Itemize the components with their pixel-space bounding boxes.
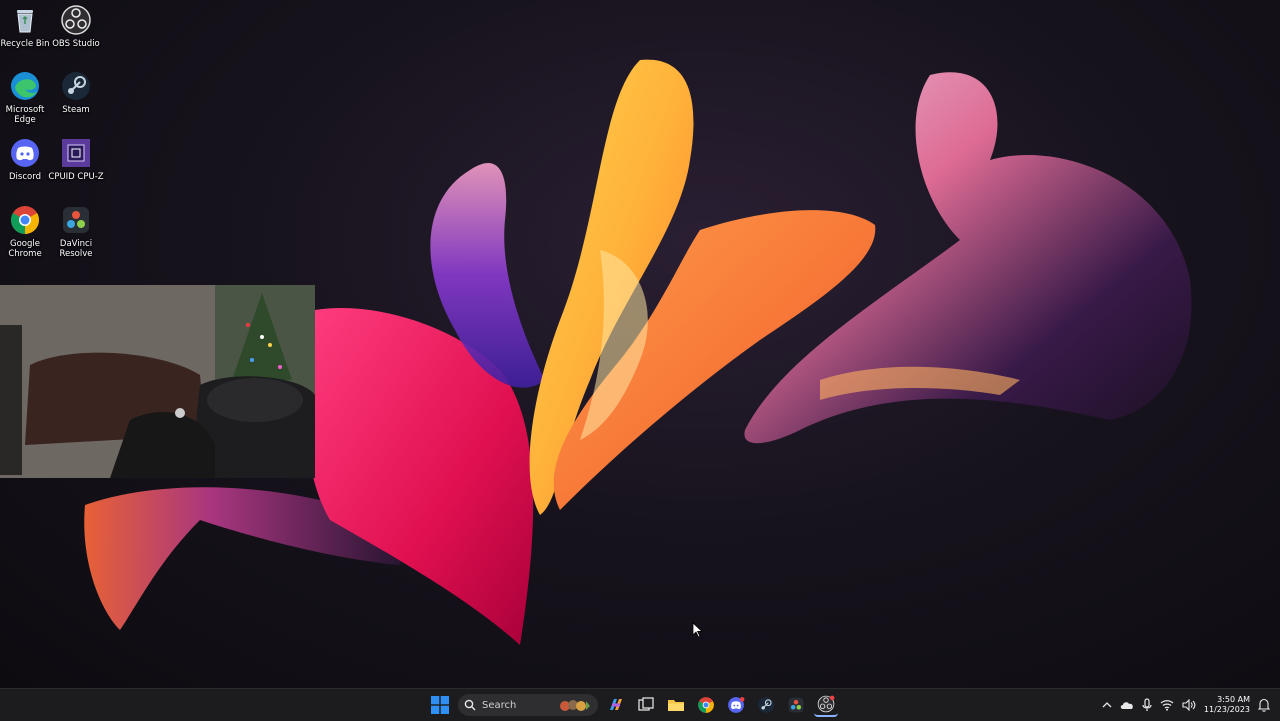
chrome-icon [9, 204, 41, 236]
system-tray: 3:50 AM 11/23/2023 [1102, 689, 1280, 721]
clock-date: 11/23/2023 [1203, 705, 1250, 714]
copilot-button[interactable] [604, 693, 628, 717]
clock-time: 3:50 AM [1217, 695, 1250, 704]
file-explorer-button[interactable] [664, 693, 688, 717]
davinci-icon [788, 697, 804, 713]
obs-icon [817, 695, 835, 713]
desktop-icon-label: Google Chrome [8, 239, 42, 259]
obs-icon [60, 4, 92, 36]
discord-icon [9, 137, 41, 169]
desktop-icon-label: OBS Studio [52, 39, 100, 49]
microphone-icon[interactable] [1142, 698, 1152, 712]
desktop-icon-label: Recycle Bin [0, 39, 50, 49]
chrome-icon [698, 697, 714, 713]
desktop-icon-steam[interactable]: Steam [48, 70, 104, 115]
desktop-icon-label: CPUID CPU-Z [48, 172, 104, 182]
taskbar: Search 3:50 AM 11/23/2023 [0, 688, 1280, 721]
steam-icon [758, 697, 774, 713]
task-view-button[interactable] [634, 693, 658, 717]
recycle-bin-icon [9, 4, 41, 36]
onedrive-cloud-icon[interactable] [1120, 700, 1134, 710]
desktop-icon-obs-studio[interactable]: OBS Studio [48, 4, 104, 49]
desktop-icon-google-chrome[interactable]: Google Chrome [0, 204, 50, 259]
task-view-icon [638, 697, 654, 711]
start-button[interactable] [428, 693, 452, 717]
desktop-icon-microsoft-edge[interactable]: Microsoft Edge [0, 70, 50, 125]
steam-icon [60, 70, 92, 102]
taskbar-search[interactable]: Search [458, 694, 598, 716]
chrome-taskbar-button[interactable] [694, 693, 718, 717]
search-icon [464, 699, 476, 711]
search-highlight-icon [560, 700, 590, 711]
speaker-icon[interactable] [1182, 699, 1196, 711]
edge-icon [9, 70, 41, 102]
desktop-icon-davinci-resolve[interactable]: DaVinci Resolve [48, 204, 104, 259]
webcam-overlay [0, 285, 315, 478]
webcam-scene [0, 285, 315, 478]
desktop-icon-recycle-bin[interactable]: Recycle Bin [0, 4, 50, 49]
notification-bell-icon[interactable] [1258, 698, 1270, 712]
obs-taskbar-button[interactable] [814, 693, 838, 717]
desktop-icon-label: Steam [62, 105, 90, 115]
davinci-icon [60, 204, 92, 236]
wifi-icon[interactable] [1160, 699, 1174, 711]
discord-taskbar-button[interactable] [724, 693, 748, 717]
chevron-up-icon[interactable] [1102, 700, 1112, 710]
davinci-taskbar-button[interactable] [784, 693, 808, 717]
desktop-icon-label: Microsoft Edge [5, 105, 45, 125]
desktop-icon-label: Discord [9, 172, 41, 182]
mouse-cursor-icon [692, 622, 704, 642]
copilot-icon [610, 699, 622, 710]
windows-start-icon [431, 696, 449, 714]
file-explorer-icon [668, 700, 684, 711]
search-placeholder: Search [482, 699, 517, 711]
desktop-icon-label: DaVinci Resolve [59, 239, 93, 259]
taskbar-apps: Search [428, 689, 838, 721]
desktop-icon-cpuid-cpu-z[interactable]: CPUID CPU-Z [48, 137, 104, 182]
steam-taskbar-button[interactable] [754, 693, 778, 717]
discord-icon [728, 697, 745, 713]
desktop-icon-discord[interactable]: Discord [0, 137, 50, 182]
clock[interactable]: 3:50 AM 11/23/2023 [1204, 695, 1250, 715]
cpuz-icon [60, 137, 92, 169]
